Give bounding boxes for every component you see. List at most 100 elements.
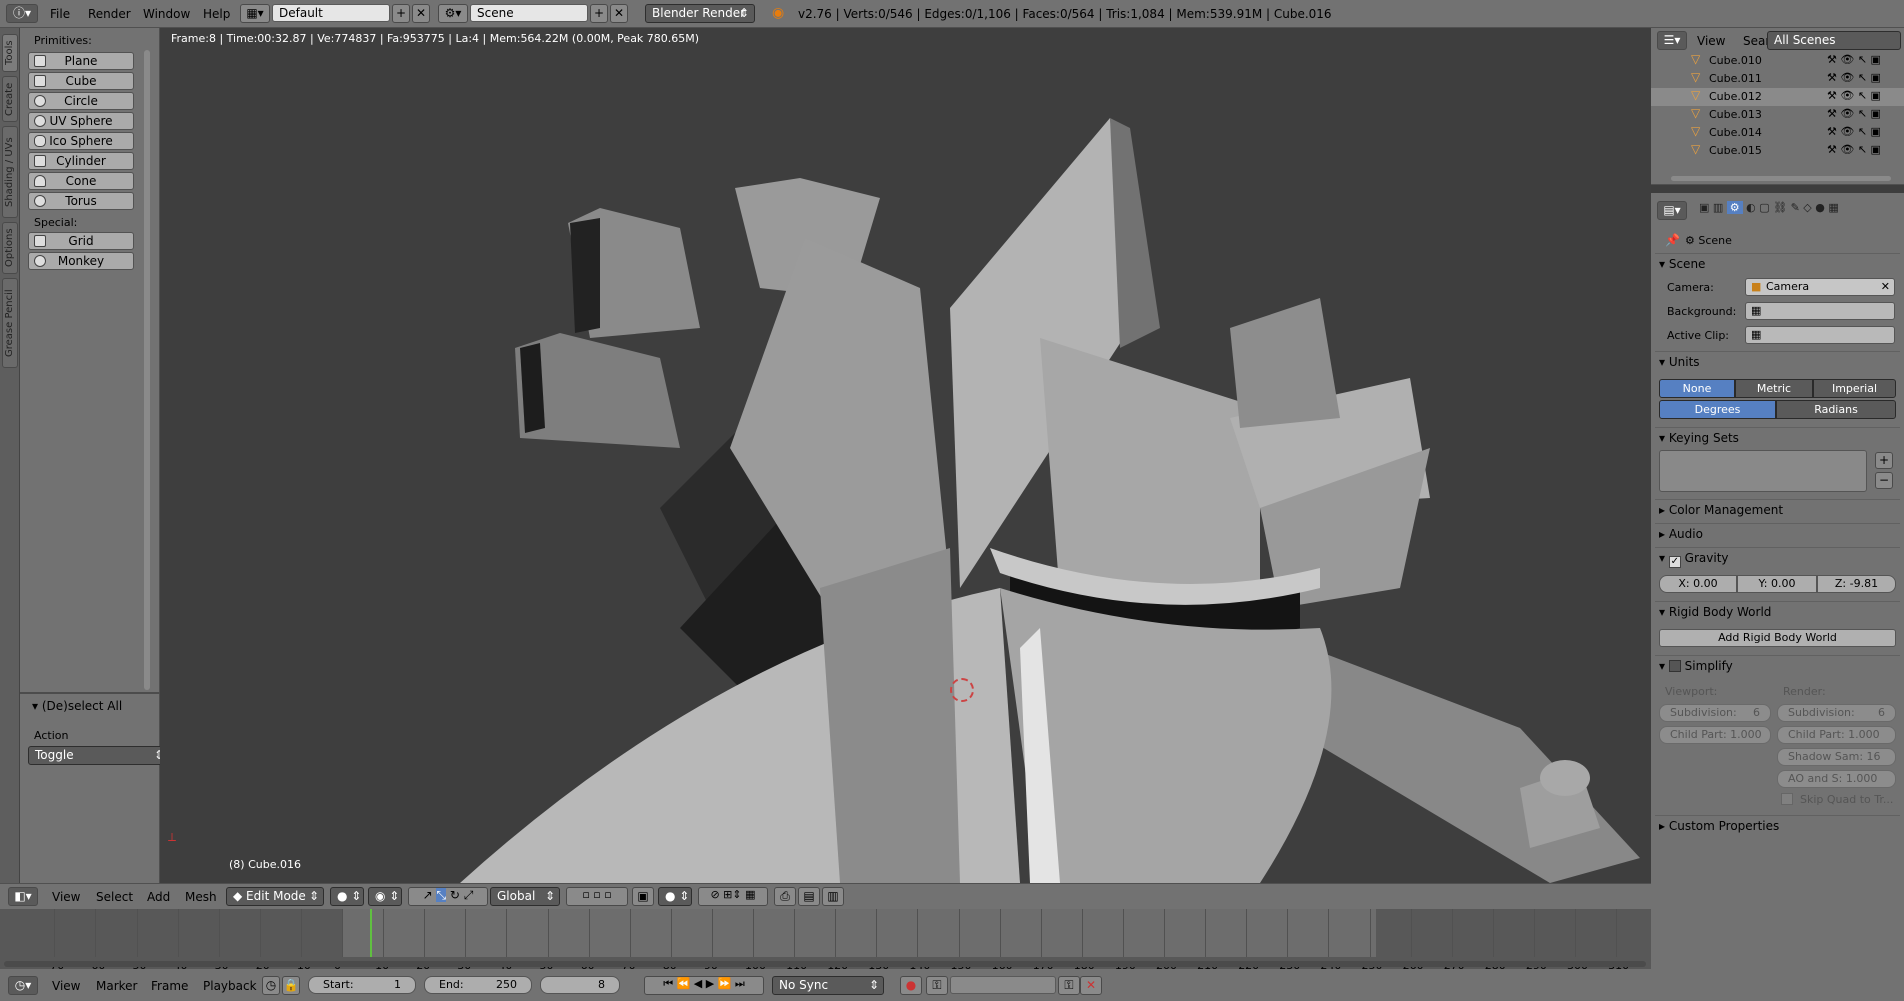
active-keying-set-field[interactable] [950, 976, 1056, 994]
timeline-editor-icon[interactable]: ◷▾ [8, 976, 38, 995]
gravity-y-field[interactable]: Y: 0.00 [1737, 575, 1817, 593]
add-scene-icon[interactable]: + [590, 4, 608, 23]
action-dropdown[interactable]: Toggle ⇕ [28, 746, 170, 765]
panel-custom-properties[interactable]: ▸ Custom Properties [1659, 819, 1779, 833]
3d-cursor-icon[interactable] [950, 678, 974, 702]
panel-keying-sets[interactable]: ▾ Keying Sets [1659, 431, 1739, 445]
timeline-menu-view[interactable]: View [52, 979, 80, 993]
viewport-subdivision-field[interactable]: Subdivision: 6 [1659, 704, 1771, 722]
3d-viewport[interactable]: Frame:8 | Time:00:32.87 | Ve:774837 | Fa… [160, 28, 1651, 883]
panel-units[interactable]: ▾ Units [1659, 355, 1700, 369]
outliner-item[interactable]: ▽ Cube.013 ⚒ 👁 ↖ ▣ [1651, 106, 1904, 124]
start-frame-field[interactable]: Start: 1 [308, 976, 416, 994]
gravity-checkbox[interactable]: ✓ [1668, 556, 1681, 568]
add-plane-button[interactable]: Plane [28, 52, 134, 70]
viewport-menu-select[interactable]: Select [96, 890, 133, 904]
background-field[interactable]: ▦ [1745, 302, 1895, 320]
tab-options[interactable]: Options [2, 222, 18, 274]
visibility-icons[interactable]: ⚒ 👁 ↖ ▣ [1827, 89, 1881, 102]
rotation-radians-button[interactable]: Radians [1776, 400, 1896, 419]
current-frame-indicator[interactable] [370, 909, 372, 957]
render-child-part-field[interactable]: Child Part: 1.000 [1777, 726, 1896, 744]
remove-keying-set-button[interactable]: − [1875, 472, 1893, 489]
unit-imperial-button[interactable]: Imperial [1813, 379, 1896, 398]
visibility-icons[interactable]: ⚒ 👁 ↖ ▣ [1827, 143, 1881, 156]
current-frame-field[interactable]: 8 [540, 976, 620, 994]
outliner-item[interactable]: ▽ Cube.010 ⚒ 👁 ↖ ▣ [1651, 52, 1904, 70]
visibility-icons[interactable]: ⚒ 👁 ↖ ▣ [1827, 71, 1881, 84]
add-monkey-button[interactable]: Monkey [28, 252, 134, 270]
screen-layout-field[interactable]: Default [272, 4, 390, 22]
render-icon[interactable]: ▥ [822, 887, 844, 906]
orientation-dropdown[interactable]: Global ⇕ [490, 887, 560, 906]
add-cylinder-button[interactable]: Cylinder [28, 152, 134, 170]
end-frame-field[interactable]: End: 250 [424, 976, 532, 994]
pin-icon[interactable]: 📌 [1665, 233, 1680, 247]
add-keying-set-button[interactable]: + [1875, 452, 1893, 469]
outliner-item[interactable]: ▽ Cube.012 ⚒ 👁 ↖ ▣ [1651, 88, 1904, 106]
opengl-anim-icon[interactable]: ▤ [798, 887, 820, 906]
keying-set-icon[interactable]: ⚿ [926, 976, 948, 995]
select-mode-icons[interactable]: ▫ ▫ ▫ [566, 887, 628, 906]
timeline-scrollbar[interactable] [4, 961, 1646, 967]
gravity-z-field[interactable]: Z: -9.81 [1817, 575, 1896, 593]
properties-editor-icon[interactable]: ▤▾ [1657, 201, 1687, 220]
add-grid-button[interactable]: Grid [28, 232, 134, 250]
playback-controls[interactable]: ⏮ ⏪ ◀ ▶ ⏩ ⏭ [644, 976, 764, 995]
timeline-menu-frame[interactable]: Frame [151, 979, 188, 993]
opengl-render-icon[interactable]: ⎙ [774, 887, 796, 906]
outliner-item[interactable]: ▽ Cube.015 ⚒ 👁 ↖ ▣ [1651, 142, 1904, 160]
manipulator-icons[interactable]: ↗ ⤡ ↻ ⤢ [408, 887, 488, 906]
info-editor-icon[interactable]: ⓘ▾ [6, 4, 38, 23]
menu-file[interactable]: File [50, 7, 70, 21]
insert-keyframe-icon[interactable]: ⚿ [1058, 976, 1080, 995]
render-subdivision-field[interactable]: Subdivision: 6 [1777, 704, 1896, 722]
shading-dropdown[interactable]: ● ⇕ [330, 887, 364, 906]
visibility-icons[interactable]: ⚒ 👁 ↖ ▣ [1827, 125, 1881, 138]
3d-view-editor-icon[interactable]: ◧▾ [8, 887, 38, 906]
skip-quad-checkbox[interactable] [1781, 793, 1793, 805]
mode-dropdown[interactable]: ◆ Edit Mode ⇕ [226, 887, 324, 906]
render-engine-dropdown[interactable]: Blender Render ⇕ [645, 4, 755, 23]
tab-grease-pencil[interactable]: Grease Pencil [2, 278, 18, 368]
outliner-menu-view[interactable]: View [1697, 34, 1725, 48]
snap-icons[interactable]: ⊘ ⊞⇕ ▦ [698, 887, 768, 906]
timeline-menu-playback[interactable]: Playback [203, 979, 257, 993]
add-torus-button[interactable]: Torus [28, 192, 134, 210]
add-rigid-body-world-button[interactable]: Add Rigid Body World [1659, 629, 1896, 647]
screen-layout-icon[interactable]: ▦▾ [240, 4, 270, 23]
proportional-edit-dropdown[interactable]: ● ⇕ [658, 887, 692, 906]
occlude-geometry-icon[interactable]: ▣ [632, 887, 654, 906]
tab-shading-uvs[interactable]: Shading / UVs [2, 126, 18, 218]
tab-tools[interactable]: Tools [2, 34, 18, 72]
menu-window[interactable]: Window [143, 7, 190, 21]
unit-none-button[interactable]: None [1659, 379, 1735, 398]
visibility-icons[interactable]: ⚒ 👁 ↖ ▣ [1827, 53, 1881, 66]
camera-field[interactable]: ■ Camera ✕ [1745, 278, 1895, 296]
sync-dropdown[interactable]: No Sync ⇕ [772, 976, 884, 995]
menu-help[interactable]: Help [203, 7, 230, 21]
add-cube-button[interactable]: Cube [28, 72, 134, 90]
outliner-editor-icon[interactable]: ☰▾ [1657, 31, 1687, 50]
operator-divider[interactable] [20, 692, 160, 694]
viewport-menu-add[interactable]: Add [147, 890, 170, 904]
add-ico-sphere-button[interactable]: Ico Sphere [28, 132, 134, 150]
remove-layout-icon[interactable]: ✕ [412, 4, 430, 23]
visibility-icons[interactable]: ⚒ 👁 ↖ ▣ [1827, 107, 1881, 120]
simplify-checkbox[interactable] [1668, 660, 1681, 672]
record-icon[interactable]: ● [900, 976, 922, 995]
tool-shelf-scrollbar[interactable] [144, 50, 150, 690]
add-cone-button[interactable]: Cone [28, 172, 134, 190]
panel-gravity[interactable]: ▾ ✓ Gravity [1659, 551, 1729, 568]
panel-color-management[interactable]: ▸ Color Management [1659, 503, 1783, 517]
panel-rigid-body-world[interactable]: ▾ Rigid Body World [1659, 605, 1771, 619]
preview-range-icon[interactable]: ◷ [262, 976, 280, 995]
rotation-degrees-button[interactable]: Degrees [1659, 400, 1776, 419]
context-tabs[interactable]: ▣ ▥ ⚙ ◐ ▢ ⛓ ✎ ◇ ● ▦ [1699, 201, 1899, 220]
scene-field[interactable]: Scene [470, 4, 588, 22]
panel-simplify[interactable]: ▾ Simplify [1659, 659, 1733, 673]
outliner-filter-dropdown[interactable]: All Scenes [1767, 31, 1901, 50]
gravity-x-field[interactable]: X: 0.00 [1659, 575, 1737, 593]
viewport-menu-view[interactable]: View [52, 890, 80, 904]
render-ao-field[interactable]: AO and S: 1.000 [1777, 770, 1896, 788]
